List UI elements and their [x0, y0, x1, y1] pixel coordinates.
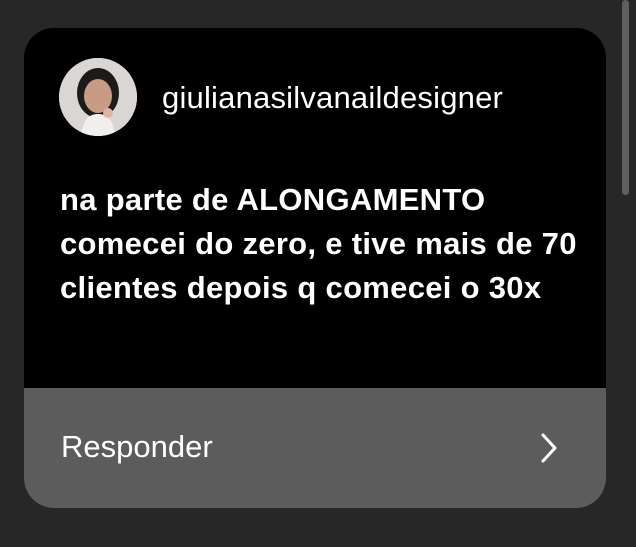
comment-body: giulianasilvanaildesigner na parte de AL…: [24, 28, 606, 388]
avatar[interactable]: [59, 58, 137, 136]
username[interactable]: giulianasilvanaildesigner: [162, 80, 503, 116]
comment-card: giulianasilvanaildesigner na parte de AL…: [24, 28, 606, 508]
reply-label: Responder: [61, 429, 213, 464]
scrollbar[interactable]: [622, 0, 629, 195]
screen: giulianasilvanaildesigner na parte de AL…: [0, 0, 636, 547]
chevron-right-icon: [541, 433, 557, 463]
avatar-photo-icon: [59, 58, 137, 136]
reply-button[interactable]: Responder: [24, 388, 606, 508]
comment-message: na parte de ALONGAMENTO comecei do zero,…: [60, 182, 577, 305]
